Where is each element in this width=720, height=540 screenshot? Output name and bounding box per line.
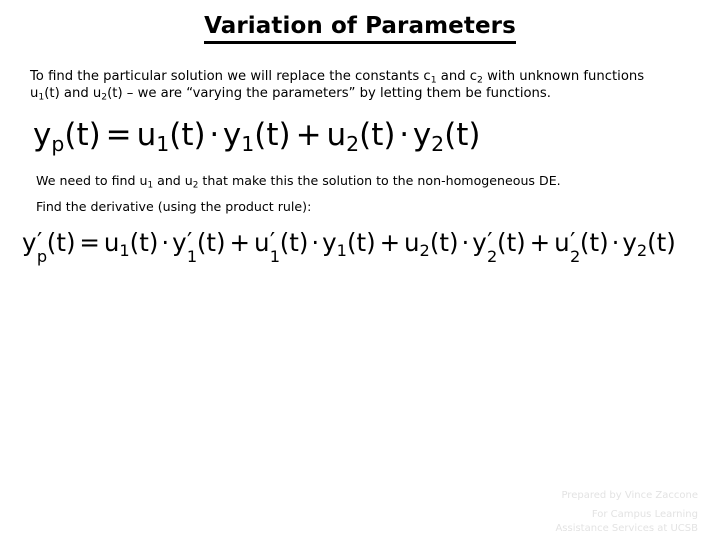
eq2-plus-1: + (229, 228, 251, 257)
intro-text-part4: (t) and u (44, 86, 102, 101)
eq2-dot-4: · (611, 228, 620, 257)
eq2-equals: = (79, 228, 100, 257)
eq2-a1-sub: 1 (119, 240, 130, 260)
eq1-lhs-sub: p (51, 132, 65, 157)
footer-line-1: Prepared by Vince Zaccone (561, 490, 698, 501)
title-block: Variation of Parameters (0, 13, 720, 45)
eq1-lhs-arg: (t) (64, 117, 101, 153)
eq2-plus-3: + (529, 228, 551, 257)
eq2-c2-sub: 2 (487, 246, 498, 266)
eq2-dot-1: · (161, 228, 170, 257)
eq2-b2-sub: 1 (336, 240, 347, 260)
eq2-a2-sub: 1 (186, 246, 198, 266)
eq2-c1-arg: (t) (429, 228, 459, 257)
intro-text-part1: To find the particular solution we will … (30, 69, 431, 84)
eq2-a2-arg: (t) (196, 228, 226, 257)
eq1-t3-var: u (326, 117, 347, 153)
eq2-c2-var: y (472, 228, 487, 257)
eq2-a2-var: y (172, 228, 187, 257)
eq2-b2-var: y (322, 228, 337, 257)
eq1-t3-arg: (t) (359, 117, 396, 153)
eq2-b2-arg: (t) (346, 228, 376, 257)
eq2-d2-sub: 2 (636, 240, 648, 260)
intro-text-part5: (t) – we are “varying the parameters” by… (107, 86, 551, 101)
eq2-a1-var: u (103, 228, 120, 257)
intro-text-part2: and c (436, 69, 478, 84)
eq2-d2-arg: (t) (647, 228, 676, 257)
equation-particular-solution: yp(t) = u1(t) · y1(t) + u2(t) · y2(t) (33, 115, 481, 155)
eq2-lhs-var: y (22, 228, 37, 257)
eq1-t1-arg: (t) (169, 117, 206, 153)
eq1-dot-1: · (209, 117, 220, 153)
need-text-part2: and u (153, 173, 193, 188)
eq1-t2-var: y (222, 117, 242, 153)
eq2-a1-arg: (t) (129, 228, 159, 257)
eq2-d1-var: u (554, 228, 570, 257)
eq2-lhs-sub: p (36, 246, 48, 266)
need-text-part1: We need to find u (36, 173, 148, 188)
eq1-lhs-var: y (33, 117, 52, 153)
eq2-plus-2: + (379, 228, 401, 257)
eq2-d1-arg: (t) (579, 228, 609, 257)
eq1-t1-sub: 1 (156, 132, 170, 157)
find-derivative-paragraph: Find the derivative (using the product r… (36, 199, 312, 214)
eq2-lhs-arg: (t) (46, 228, 76, 257)
eq1-t3-sub: 2 (346, 132, 360, 157)
eq1-t4-sub: 2 (431, 132, 445, 157)
page-title: Variation of Parameters (204, 13, 516, 45)
equation-derivative: y ′ p (t) = u1(t) · y ′ 1 (t) + u ′ 1 (t) · y1(t) + u2(t) · y… (22, 226, 676, 264)
eq1-t4-var: y (412, 117, 432, 153)
eq2-c1-var: u (404, 228, 420, 257)
eq2-c1-sub: 2 (419, 240, 430, 260)
footer-line-2: For Campus Learning (591, 509, 698, 520)
footer-line-3: Assistance Services at UCSB (555, 523, 698, 534)
eq2-dot-2: · (311, 228, 320, 257)
eq2-b1-arg: (t) (279, 228, 309, 257)
eq2-b1-var: u (253, 228, 270, 257)
eq1-dot-2: · (399, 117, 410, 153)
eq2-dot-3: · (461, 228, 470, 257)
need-text-part3: that make this the solution to the non-h… (198, 173, 561, 188)
eq2-d2-var: y (622, 228, 637, 257)
eq1-t1-var: u (136, 117, 157, 153)
eq2-d1-sub: 2 (569, 246, 581, 266)
eq1-equals: = (105, 117, 132, 153)
eq1-t2-sub: 1 (241, 132, 255, 157)
slide-canvas: Variation of Parameters To find the part… (0, 0, 720, 540)
eq1-t4-arg: (t) (444, 117, 481, 153)
eq2-c2-arg: (t) (497, 228, 526, 257)
intro-paragraph: To find the particular solution we will … (30, 68, 678, 102)
eq2-b1-sub: 1 (269, 246, 281, 266)
eq1-plus: + (295, 117, 322, 153)
eq1-t2-arg: (t) (254, 117, 291, 153)
footer-credit: Prepared by Vince Zaccone For Campus Lea… (398, 489, 698, 536)
need-paragraph: We need to find u1 and u2 that make this… (36, 173, 676, 190)
